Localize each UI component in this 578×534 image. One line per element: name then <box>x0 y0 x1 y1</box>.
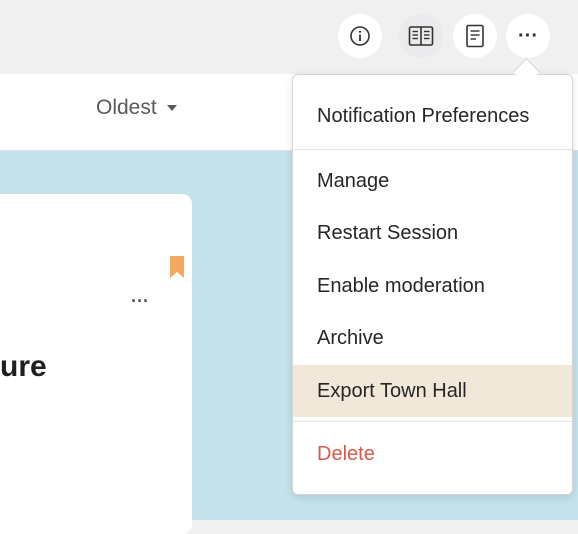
document-icon <box>466 24 484 48</box>
menu-divider <box>293 149 572 150</box>
card-more-icon[interactable]: ··· <box>131 292 149 310</box>
menu-item-manage[interactable]: Manage <box>293 155 572 207</box>
info-button[interactable] <box>338 14 382 58</box>
info-icon <box>350 26 370 46</box>
caret-down-icon <box>166 105 177 111</box>
notes-button[interactable] <box>453 14 497 58</box>
top-toolbar: ··· <box>0 0 578 74</box>
card-title: ure <box>0 350 47 383</box>
bookmark-icon[interactable] <box>170 256 184 278</box>
reader-icon <box>408 26 434 46</box>
more-options-button[interactable]: ··· <box>506 14 550 58</box>
menu-item-notification-preferences[interactable]: Notification Preferences <box>293 90 572 142</box>
sort-label: Oldest <box>96 96 157 119</box>
options-menu: Notification Preferences Manage Restart … <box>292 74 573 495</box>
menu-item-enable-moderation[interactable]: Enable moderation <box>293 260 572 312</box>
menu-item-restart-session[interactable]: Restart Session <box>293 207 572 259</box>
menu-item-delete[interactable]: Delete <box>293 428 572 480</box>
sort-dropdown[interactable]: Oldest <box>96 96 177 120</box>
menu-divider <box>293 421 572 422</box>
reader-view-button[interactable] <box>399 14 443 58</box>
more-icon: ··· <box>518 25 538 47</box>
menu-item-archive[interactable]: Archive <box>293 312 572 364</box>
menu-item-export-town-hall[interactable]: Export Town Hall <box>293 365 572 417</box>
